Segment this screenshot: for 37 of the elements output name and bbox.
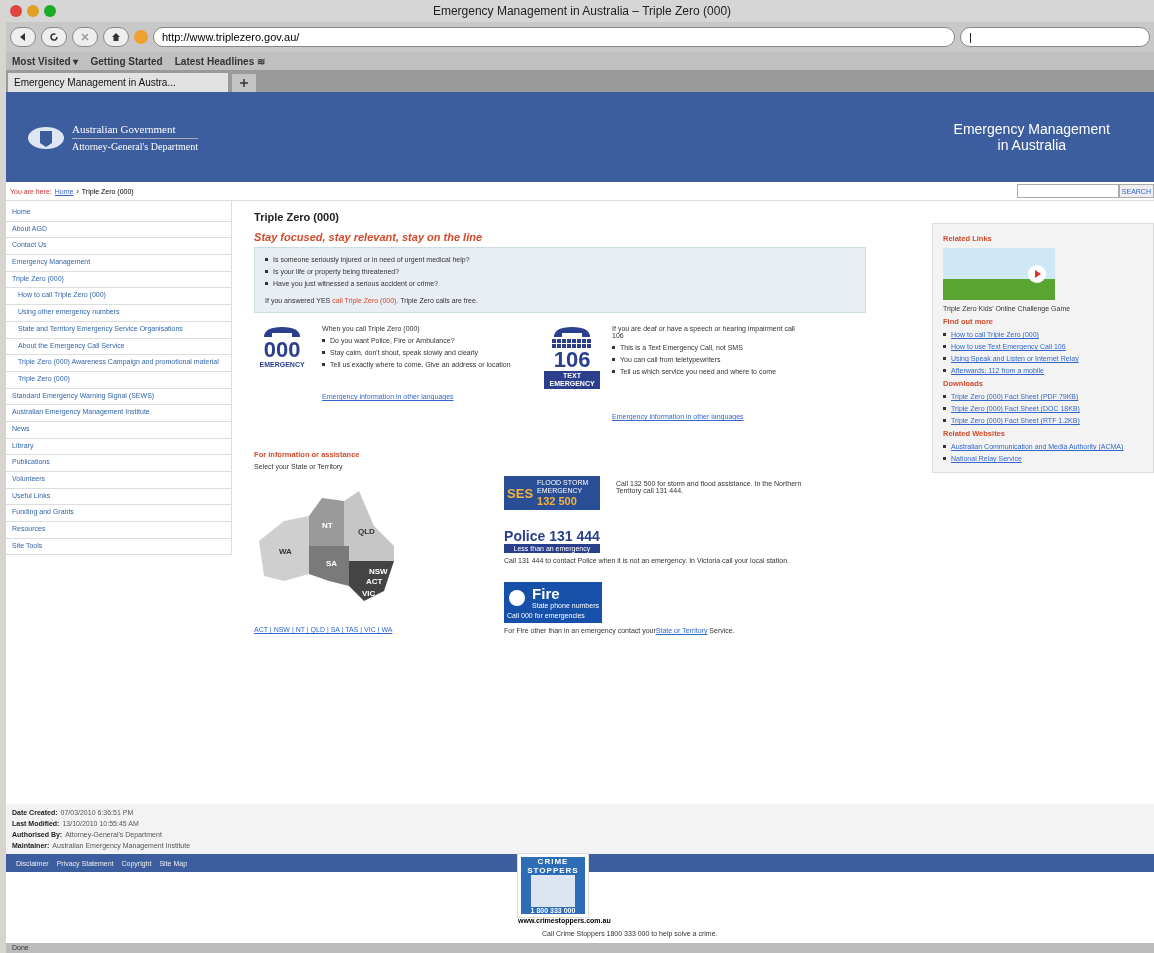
bookmark-link[interactable]: Getting Started	[90, 55, 163, 67]
page-title: Triple Zero (000)	[254, 211, 341, 223]
state-label: VIC	[362, 589, 376, 598]
australia-map-drawing[interactable]: WA NT QLD SA NSW ACT VIC	[254, 486, 415, 606]
bookmark-link[interactable]: Latest Headlines ≋	[174, 55, 265, 67]
stop-button[interactable]	[72, 27, 98, 47]
back-button[interactable]	[10, 27, 36, 47]
slogan: Stay focused, stay relevant, stay on the line	[254, 231, 484, 243]
state-label: NT	[322, 521, 333, 530]
reload-button[interactable]	[41, 27, 67, 47]
state-label: NSW	[369, 567, 388, 576]
state-label: QLD	[358, 527, 375, 536]
plus-icon	[239, 78, 249, 88]
close-button[interactable]	[10, 5, 22, 17]
address-bar[interactable]: http://www.triplezero.gov.au/	[153, 27, 955, 47]
play-icon	[1027, 264, 1047, 284]
reload-icon	[49, 32, 59, 42]
site-title: in Australia	[997, 137, 1067, 153]
new-tab-button[interactable]	[232, 74, 256, 92]
site-search-field[interactable]	[1016, 184, 1119, 198]
stop-icon	[80, 32, 90, 42]
site-title: Emergency Management	[953, 121, 1110, 137]
zoom-button[interactable]	[44, 5, 56, 17]
department-name: Attorney-General's Department	[72, 137, 198, 152]
state-label: WA	[279, 547, 292, 556]
browser-tab[interactable]: Emergency Management in Austra...	[8, 73, 228, 92]
home-icon	[111, 32, 121, 42]
bookmark-link[interactable]: Most Visited ▾	[12, 55, 79, 67]
state-label: SA	[326, 559, 338, 568]
game-banner-image[interactable]	[943, 248, 1055, 300]
search-field[interactable]: |	[960, 27, 1150, 47]
government-name: Australian Government	[72, 122, 177, 135]
home-button[interactable]	[103, 27, 129, 47]
back-arrow-icon	[18, 32, 28, 42]
state-label: ACT	[366, 577, 383, 586]
window-title: Emergency Management in Australia – Triple Zero (000)	[431, 4, 733, 18]
minimize-button[interactable]	[27, 5, 39, 17]
